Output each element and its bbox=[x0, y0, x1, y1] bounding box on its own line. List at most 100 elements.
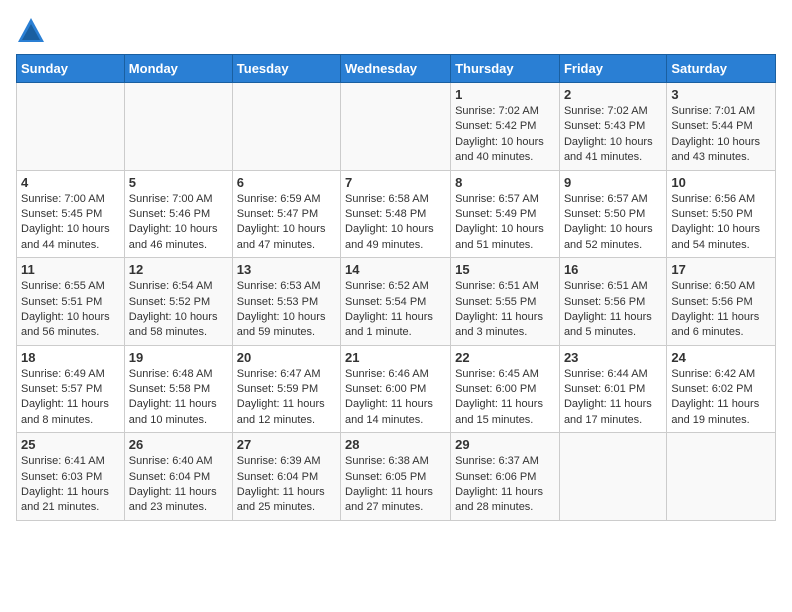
day-number: 9 bbox=[564, 175, 662, 190]
day-number: 12 bbox=[129, 262, 228, 277]
day-info: Sunrise: 7:02 AM Sunset: 5:43 PM Dayligh… bbox=[564, 104, 662, 166]
day-header-tuesday: Tuesday bbox=[232, 55, 340, 83]
calendar-cell: 4Sunrise: 7:00 AM Sunset: 5:45 PM Daylig… bbox=[17, 170, 125, 258]
calendar-cell: 25 Sunrise: 6:41 AM Sunset: 6:03 PM Dayli… bbox=[17, 433, 125, 521]
calendar-cell: 8 Sunrise: 6:57 AM Sunset: 5:49 PM Daylig… bbox=[451, 170, 560, 258]
day-info: Sunrise: 7:01 AM Sunset: 5:44 PM Dayligh… bbox=[671, 104, 771, 166]
day-number: 29 bbox=[455, 437, 555, 452]
calendar-cell: 19 Sunrise: 6:48 AM Sunset: 5:58 PM Dayli… bbox=[124, 345, 232, 433]
day-number: 10 bbox=[671, 175, 771, 190]
day-number: 28 bbox=[345, 437, 446, 452]
week-row-2: 4Sunrise: 7:00 AM Sunset: 5:45 PM Daylig… bbox=[17, 170, 776, 258]
day-number: 25 bbox=[21, 437, 120, 452]
day-number: 26 bbox=[129, 437, 228, 452]
week-row-4: 18 Sunrise: 6:49 AM Sunset: 5:57 PM Dayli… bbox=[17, 345, 776, 433]
day-info: Sunrise: 6:39 AM Sunset: 6:04 PM Dayligh… bbox=[237, 454, 336, 516]
day-info: Sunrise: 7:00 AM Sunset: 5:46 PM Dayligh… bbox=[129, 192, 228, 254]
calendar-cell bbox=[124, 83, 232, 171]
day-number: 5 bbox=[129, 175, 228, 190]
week-row-1: 1 Sunrise: 7:02 AM Sunset: 5:42 PM Daylig… bbox=[17, 83, 776, 171]
calendar-cell: 2 Sunrise: 7:02 AM Sunset: 5:43 PM Daylig… bbox=[559, 83, 666, 171]
day-number: 7 bbox=[345, 175, 446, 190]
day-info: Sunrise: 6:47 AM Sunset: 5:59 PM Dayligh… bbox=[237, 367, 336, 429]
day-info: Sunrise: 6:42 AM Sunset: 6:02 PM Dayligh… bbox=[671, 367, 771, 429]
day-number: 16 bbox=[564, 262, 662, 277]
day-info: Sunrise: 6:51 AM Sunset: 5:55 PM Dayligh… bbox=[455, 279, 555, 341]
day-number: 14 bbox=[345, 262, 446, 277]
day-info: Sunrise: 6:40 AM Sunset: 6:04 PM Dayligh… bbox=[129, 454, 228, 516]
calendar-cell: 24 Sunrise: 6:42 AM Sunset: 6:02 PM Dayli… bbox=[667, 345, 776, 433]
calendar-cell: 6 Sunrise: 6:59 AM Sunset: 5:47 PM Daylig… bbox=[232, 170, 340, 258]
calendar-cell bbox=[341, 83, 451, 171]
calendar-cell: 10 Sunrise: 6:56 AM Sunset: 5:50 PM Dayli… bbox=[667, 170, 776, 258]
day-info: Sunrise: 6:41 AM Sunset: 6:03 PM Dayligh… bbox=[21, 454, 120, 516]
day-number: 8 bbox=[455, 175, 555, 190]
day-info: Sunrise: 6:57 AM Sunset: 5:50 PM Dayligh… bbox=[564, 192, 662, 254]
day-number: 2 bbox=[564, 87, 662, 102]
day-info: Sunrise: 6:37 AM Sunset: 6:06 PM Dayligh… bbox=[455, 454, 555, 516]
day-number: 15 bbox=[455, 262, 555, 277]
calendar-cell: 9 Sunrise: 6:57 AM Sunset: 5:50 PM Daylig… bbox=[559, 170, 666, 258]
logo bbox=[16, 16, 50, 46]
day-header-sunday: Sunday bbox=[17, 55, 125, 83]
week-row-5: 25 Sunrise: 6:41 AM Sunset: 6:03 PM Dayli… bbox=[17, 433, 776, 521]
day-header-monday: Monday bbox=[124, 55, 232, 83]
day-number: 3 bbox=[671, 87, 771, 102]
day-number: 19 bbox=[129, 350, 228, 365]
calendar-cell: 16 Sunrise: 6:51 AM Sunset: 5:56 PM Dayli… bbox=[559, 258, 666, 346]
day-info: Sunrise: 7:00 AM Sunset: 5:45 PM Dayligh… bbox=[21, 192, 120, 254]
logo-icon bbox=[16, 16, 46, 46]
calendar-cell: 3 Sunrise: 7:01 AM Sunset: 5:44 PM Daylig… bbox=[667, 83, 776, 171]
day-header-thursday: Thursday bbox=[451, 55, 560, 83]
calendar-cell: 29 Sunrise: 6:37 AM Sunset: 6:06 PM Dayli… bbox=[451, 433, 560, 521]
day-info: Sunrise: 6:44 AM Sunset: 6:01 PM Dayligh… bbox=[564, 367, 662, 429]
calendar-cell: 11 Sunrise: 6:55 AM Sunset: 5:51 PM Dayli… bbox=[17, 258, 125, 346]
calendar-cell: 12 Sunrise: 6:54 AM Sunset: 5:52 PM Dayli… bbox=[124, 258, 232, 346]
day-number: 21 bbox=[345, 350, 446, 365]
day-header-friday: Friday bbox=[559, 55, 666, 83]
calendar-cell bbox=[232, 83, 340, 171]
day-info: Sunrise: 6:53 AM Sunset: 5:53 PM Dayligh… bbox=[237, 279, 336, 341]
day-info: Sunrise: 6:58 AM Sunset: 5:48 PM Dayligh… bbox=[345, 192, 446, 254]
calendar-cell: 5 Sunrise: 7:00 AM Sunset: 5:46 PM Daylig… bbox=[124, 170, 232, 258]
day-info: Sunrise: 6:51 AM Sunset: 5:56 PM Dayligh… bbox=[564, 279, 662, 341]
calendar-cell: 27 Sunrise: 6:39 AM Sunset: 6:04 PM Dayli… bbox=[232, 433, 340, 521]
calendar-cell: 1 Sunrise: 7:02 AM Sunset: 5:42 PM Daylig… bbox=[451, 83, 560, 171]
calendar-cell: 26 Sunrise: 6:40 AM Sunset: 6:04 PM Dayli… bbox=[124, 433, 232, 521]
day-info: Sunrise: 6:38 AM Sunset: 6:05 PM Dayligh… bbox=[345, 454, 446, 516]
day-number: 6 bbox=[237, 175, 336, 190]
day-number: 18 bbox=[21, 350, 120, 365]
calendar-cell: 28 Sunrise: 6:38 AM Sunset: 6:05 PM Dayli… bbox=[341, 433, 451, 521]
calendar-cell: 22 Sunrise: 6:45 AM Sunset: 6:00 PM Dayli… bbox=[451, 345, 560, 433]
day-info: Sunrise: 6:46 AM Sunset: 6:00 PM Dayligh… bbox=[345, 367, 446, 429]
day-info: Sunrise: 6:48 AM Sunset: 5:58 PM Dayligh… bbox=[129, 367, 228, 429]
calendar-table: SundayMondayTuesdayWednesdayThursdayFrid… bbox=[16, 54, 776, 521]
calendar-cell: 21 Sunrise: 6:46 AM Sunset: 6:00 PM Dayli… bbox=[341, 345, 451, 433]
day-number: 1 bbox=[455, 87, 555, 102]
day-info: Sunrise: 7:02 AM Sunset: 5:42 PM Dayligh… bbox=[455, 104, 555, 166]
page-header bbox=[16, 16, 776, 46]
calendar-cell: 20 Sunrise: 6:47 AM Sunset: 5:59 PM Dayli… bbox=[232, 345, 340, 433]
day-info: Sunrise: 6:59 AM Sunset: 5:47 PM Dayligh… bbox=[237, 192, 336, 254]
day-number: 20 bbox=[237, 350, 336, 365]
day-number: 27 bbox=[237, 437, 336, 452]
calendar-cell: 15 Sunrise: 6:51 AM Sunset: 5:55 PM Dayli… bbox=[451, 258, 560, 346]
day-info: Sunrise: 6:54 AM Sunset: 5:52 PM Dayligh… bbox=[129, 279, 228, 341]
day-info: Sunrise: 6:55 AM Sunset: 5:51 PM Dayligh… bbox=[21, 279, 120, 341]
calendar-cell bbox=[17, 83, 125, 171]
day-info: Sunrise: 6:57 AM Sunset: 5:49 PM Dayligh… bbox=[455, 192, 555, 254]
day-info: Sunrise: 6:45 AM Sunset: 6:00 PM Dayligh… bbox=[455, 367, 555, 429]
day-header-wednesday: Wednesday bbox=[341, 55, 451, 83]
day-number: 11 bbox=[21, 262, 120, 277]
day-info: Sunrise: 6:56 AM Sunset: 5:50 PM Dayligh… bbox=[671, 192, 771, 254]
day-number: 22 bbox=[455, 350, 555, 365]
day-number: 23 bbox=[564, 350, 662, 365]
day-info: Sunrise: 6:49 AM Sunset: 5:57 PM Dayligh… bbox=[21, 367, 120, 429]
day-header-saturday: Saturday bbox=[667, 55, 776, 83]
calendar-cell: 17Sunrise: 6:50 AM Sunset: 5:56 PM Dayli… bbox=[667, 258, 776, 346]
day-number: 24 bbox=[671, 350, 771, 365]
calendar-cell: 14 Sunrise: 6:52 AM Sunset: 5:54 PM Dayli… bbox=[341, 258, 451, 346]
calendar-cell: 23 Sunrise: 6:44 AM Sunset: 6:01 PM Dayli… bbox=[559, 345, 666, 433]
day-info: Sunrise: 6:52 AM Sunset: 5:54 PM Dayligh… bbox=[345, 279, 446, 341]
week-row-3: 11 Sunrise: 6:55 AM Sunset: 5:51 PM Dayli… bbox=[17, 258, 776, 346]
